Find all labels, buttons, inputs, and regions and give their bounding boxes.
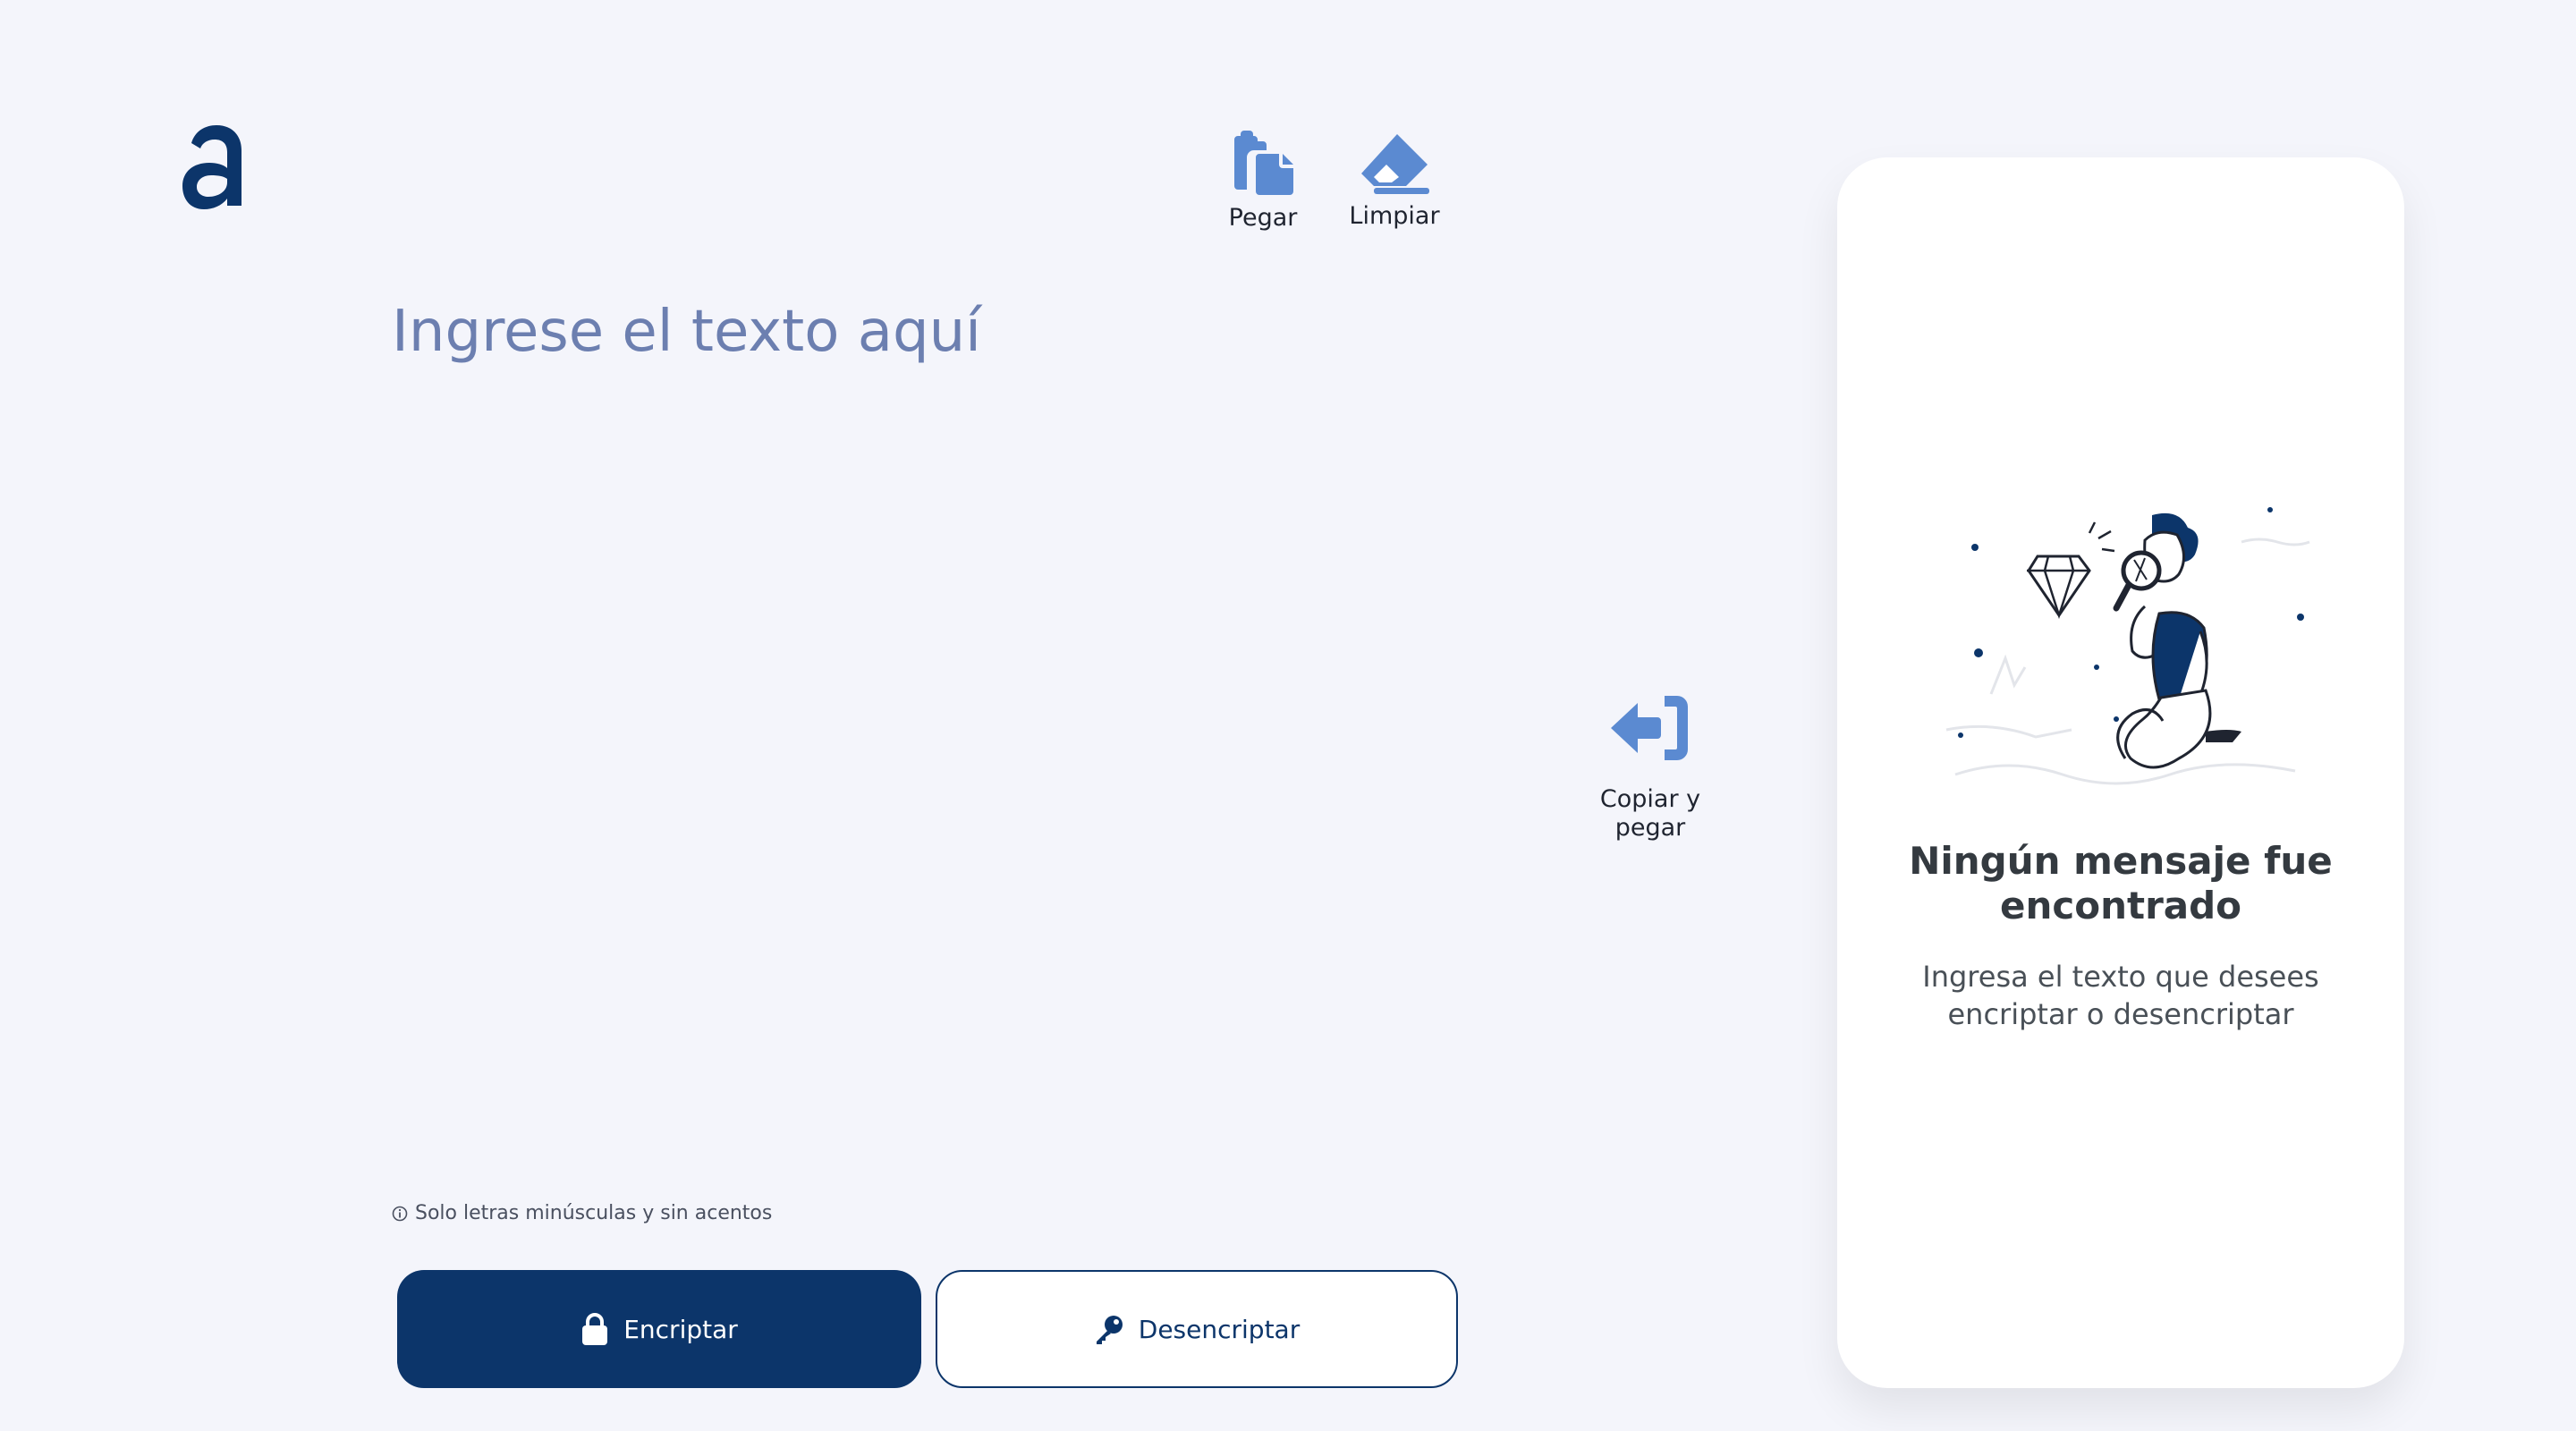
result-panel: Ningún mensaje fue encontrado Ingresa el… xyxy=(1837,157,2404,1388)
input-hint: Solo letras minúsculas y sin acentos xyxy=(392,1202,772,1224)
paste-label: Pegar xyxy=(1228,204,1298,232)
encrypt-label: Encriptar xyxy=(623,1314,738,1344)
message-input[interactable] xyxy=(392,295,1465,1154)
clear-button[interactable]: Limpiar xyxy=(1345,131,1444,230)
encrypt-button[interactable]: Encriptar xyxy=(397,1270,921,1388)
app-logo xyxy=(179,120,247,211)
person-with-magnifying-glass-illustration xyxy=(1945,507,2310,785)
decrypt-button[interactable]: Desencriptar xyxy=(936,1270,1458,1388)
clipboard-icon xyxy=(1234,131,1293,195)
info-icon xyxy=(392,1206,408,1221)
result-title: Ningún mensaje fue encontrado xyxy=(1909,839,2333,928)
result-message: Ingresa el texto que desees encriptar o … xyxy=(1922,960,2319,1031)
eraser-icon xyxy=(1361,134,1429,194)
arrow-into-bracket-icon xyxy=(1611,696,1688,760)
decrypt-label: Desencriptar xyxy=(1138,1314,1301,1344)
copy-paste-button[interactable]: Copiar y pegar xyxy=(1592,689,1708,843)
paste-button[interactable]: Pegar xyxy=(1218,129,1308,232)
lock-icon xyxy=(582,1313,608,1345)
clear-label: Limpiar xyxy=(1349,202,1440,230)
key-icon xyxy=(1096,1316,1123,1344)
hint-text: Solo letras minúsculas y sin acentos xyxy=(415,1202,773,1224)
copy-paste-label: Copiar y pegar xyxy=(1599,785,1701,843)
page: Pegar Limpiar Copiar y pegar Solo letras… xyxy=(0,0,2576,1431)
